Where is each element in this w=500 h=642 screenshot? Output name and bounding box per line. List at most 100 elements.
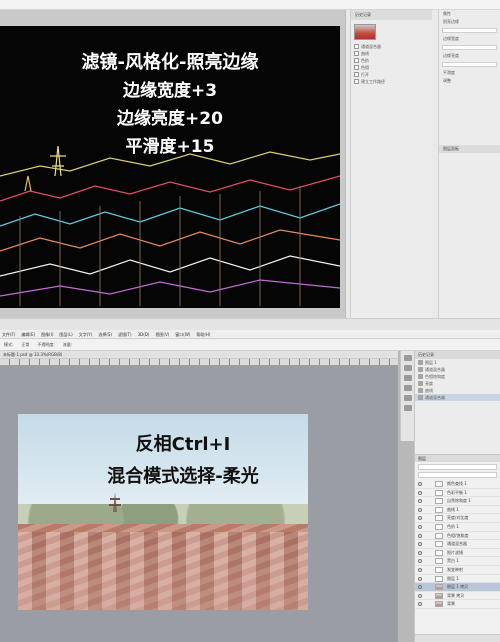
layer-thumbnail [435,532,443,539]
layer-row[interactable]: 背景 [415,600,500,609]
menu-item-3d[interactable]: 3D(D) [138,330,150,338]
eye-icon[interactable] [418,576,422,581]
swatches-icon[interactable] [404,395,412,401]
menu-item-layer[interactable]: 图层(L) [59,330,72,338]
history-item-label: 建立工作路径 [361,79,385,84]
menu-item-window[interactable]: 窗口(W) [175,330,190,338]
layer-thumbnail [435,506,443,513]
checkbox-icon[interactable] [354,72,359,77]
menu-item-image[interactable]: 图像(I) [41,330,53,338]
menu-item-view[interactable]: 视图(V) [155,330,169,338]
history-item-label: 色阶 [361,58,369,63]
top-canvas-image: 滤镜-风格化-照亮边缘 边缘宽度+3 边缘亮度+20 平滑度+15 [0,26,340,308]
paragraph-icon[interactable] [404,405,412,411]
blend-mode-line: 混合模式选择-柔光 [107,466,259,487]
layer-row[interactable]: 色彩平衡 1 [415,489,500,498]
properties-field[interactable] [442,45,497,50]
history-item[interactable]: 建立工作路径 [351,78,432,85]
eye-icon[interactable] [418,524,422,529]
history-item[interactable]: 色相 [351,64,432,71]
layer-row[interactable]: 背景 拷贝 [415,592,500,601]
history-item[interactable]: 图层 1 [415,359,500,366]
top-screenshot: 滤镜-风格化-照亮边缘 边缘宽度+3 边缘亮度+20 平滑度+15 历史记录 通… [0,0,500,330]
history-panel-title: 历史记录 [351,10,432,20]
properties-icon[interactable] [404,375,412,381]
eye-icon[interactable] [418,602,422,607]
bottom-screenshot: 文件(F) 编辑(E) 图像(I) 图层(L) 文字(Y) 选择(S) 滤镜(T… [0,330,500,642]
layer-row-selected[interactable]: 图层 1 拷贝 [415,583,500,592]
layer-swatch-icon [418,395,423,400]
menu-item-file[interactable]: 文件(F) [2,330,15,338]
options-mode-select[interactable]: 正常 [21,342,29,348]
document-tab[interactable]: 未标题-1.psd @ 33.3%(RGB/8) [0,351,398,359]
layer-name: 背景 [447,601,455,607]
eye-icon[interactable] [418,490,422,495]
layer-row[interactable]: 色相/饱和度 [415,532,500,541]
eye-icon[interactable] [418,542,422,547]
layer-swatch-icon [418,367,423,372]
layer-row[interactable]: 通道混合器 [415,540,500,549]
history-panel-header: 历史记录 [415,351,500,359]
eye-icon[interactable] [418,507,422,512]
eye-icon[interactable] [418,533,422,538]
layer-row[interactable]: 亮度/对比度 [415,514,500,523]
eye-icon[interactable] [418,482,422,486]
history-item-selected[interactable]: 通道混合器 [415,394,500,401]
checkbox-icon[interactable] [354,58,359,63]
menu-item-type[interactable]: 文字(Y) [79,330,93,338]
layers-panel-tab[interactable]: 图层面板 [439,145,500,153]
checkbox-icon[interactable] [354,44,359,49]
layer-row[interactable]: 自然饱和度 1 [415,497,500,506]
eye-icon[interactable] [418,550,422,555]
menu-item-help[interactable]: 帮助(H) [196,330,210,338]
history-item[interactable]: 打开 [351,71,432,78]
history-item[interactable]: 通道混合器 [415,366,500,373]
layer-row[interactable]: 曲线 1 [415,506,500,515]
layer-row[interactable]: 颜色查找 1 [415,480,500,489]
layers-panel-tab[interactable]: 图层 [415,455,500,462]
layer-name: 图层 1 [447,575,459,581]
history-item[interactable]: 曲线 [351,50,432,57]
menu-item-select[interactable]: 选择(S) [98,330,112,338]
layer-name: 亮度/对比度 [447,515,469,521]
eye-icon[interactable] [418,516,422,521]
checkbox-icon[interactable] [354,51,359,56]
adjustments-icon[interactable] [404,365,412,371]
layer-row[interactable]: 渐变映射 [415,566,500,575]
layer-thumbnail [435,541,443,548]
menu-item-edit[interactable]: 编辑(E) [21,330,35,338]
menu-item-filter[interactable]: 滤镜(T) [118,330,132,338]
checkbox-icon[interactable] [354,65,359,70]
history-item[interactable]: 色阶 [351,57,432,64]
eye-icon[interactable] [418,585,422,590]
properties-field[interactable] [442,28,497,33]
layer-name: 图层 1 拷贝 [447,584,469,590]
history-item[interactable]: 色相饱和度 [415,373,500,380]
checkbox-icon[interactable] [354,79,359,84]
layer-row[interactable]: 色阶 1 [415,523,500,532]
layer-name: 渐变映射 [447,566,463,572]
layer-row[interactable]: 黑白 1 [415,557,500,566]
eye-icon[interactable] [418,499,422,504]
properties-row: 属性 [443,11,451,16]
layers-footer-toolbar[interactable] [415,634,500,642]
history-item-label: 色相饱和度 [425,374,445,379]
layers-filter-control[interactable] [418,464,497,470]
history-icon[interactable] [404,355,412,361]
eye-icon[interactable] [418,593,422,598]
options-flow-label: 流量: [62,341,73,347]
history-snapshot-thumbnail[interactable] [354,24,376,40]
layer-row[interactable]: 图层 1 [415,575,500,584]
history-item[interactable]: 亮度 [415,380,500,387]
eye-icon[interactable] [418,559,422,564]
history-item-label: 通道混合器 [425,395,445,400]
properties-field[interactable] [442,62,497,67]
layer-thumbnail [435,601,443,608]
brush-icon[interactable] [404,385,412,391]
eye-icon[interactable] [418,567,422,572]
history-item[interactable]: 通道混合器 [351,43,432,50]
blend-mode-select[interactable] [418,472,497,478]
layer-row[interactable]: 照片滤镜 [415,549,500,558]
history-item[interactable]: 曲线 [415,387,500,394]
history-item-label: 打开 [361,72,369,77]
